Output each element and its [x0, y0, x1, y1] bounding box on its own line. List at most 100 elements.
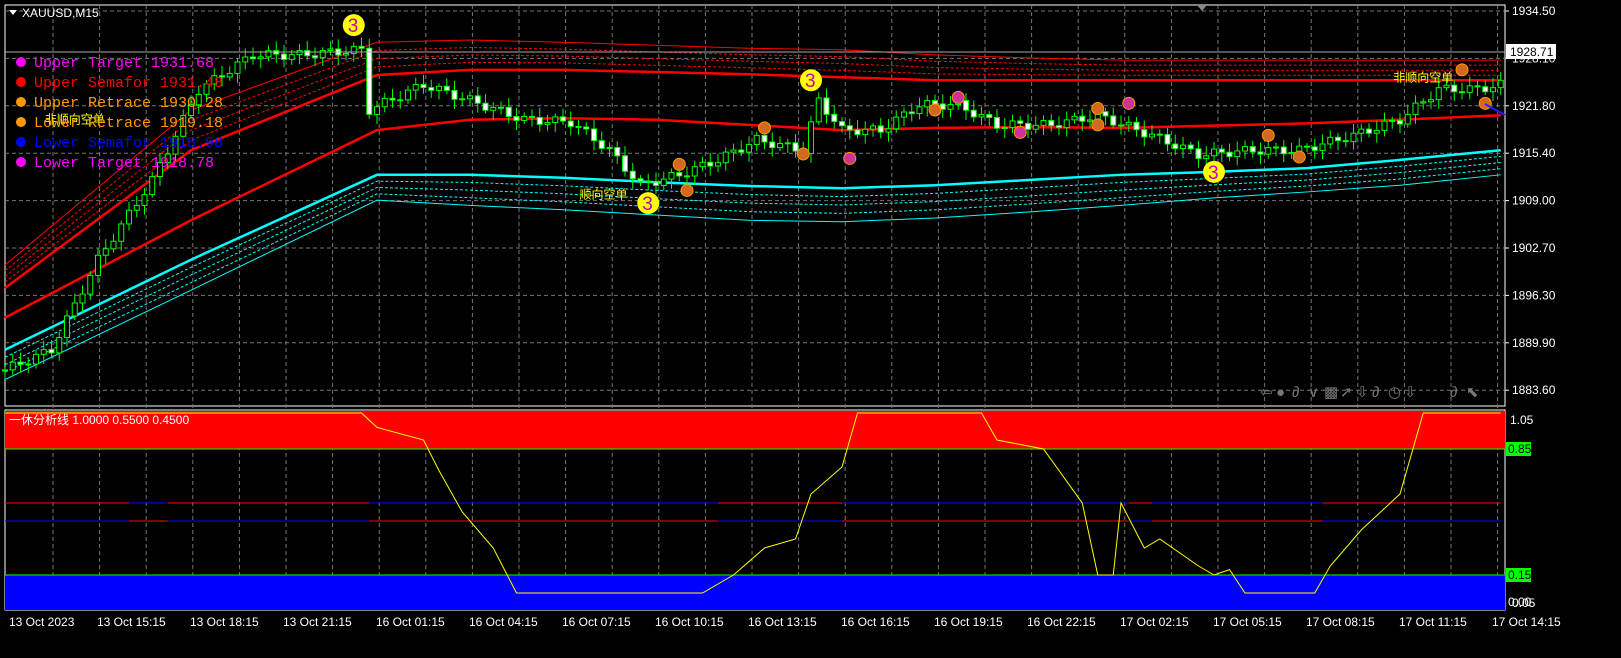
candle-body — [1288, 152, 1295, 155]
candle-body — [1350, 132, 1357, 143]
candle-body — [560, 116, 566, 122]
candle-body — [1087, 119, 1093, 122]
candle-body — [521, 115, 528, 121]
scroll-marker-icon[interactable] — [1197, 5, 1207, 11]
cursor-icon[interactable]: ⬉ — [1466, 384, 1479, 401]
candle-body — [257, 56, 264, 60]
chart-canvas[interactable]: 3333非顺向空单顺向空单非顺向空单 1934.501928.101921.80… — [0, 0, 1621, 658]
semafor-label: 3 — [1208, 163, 1219, 184]
candle-body — [133, 204, 140, 211]
candle-body — [1025, 122, 1031, 130]
candle-body — [33, 353, 39, 365]
candle-body — [1373, 129, 1380, 134]
candle-body — [769, 141, 776, 149]
candle-body — [381, 97, 388, 108]
candle-body — [1242, 146, 1248, 152]
candle-body — [1443, 84, 1450, 89]
candle-body — [684, 175, 690, 178]
candle-body — [281, 53, 287, 60]
candle-body — [1133, 121, 1140, 131]
osc-axis-top: 1.05 — [1510, 413, 1534, 427]
candle-body — [505, 106, 512, 117]
candle-body — [1490, 87, 1496, 93]
legend-item: Lower Semafor 1918.98 — [34, 135, 223, 152]
candle-body — [784, 142, 791, 145]
candle-body — [668, 171, 675, 180]
candle-body — [823, 97, 830, 115]
candle-body — [296, 50, 303, 56]
price-bands — [4, 39, 1501, 381]
candle-body — [1381, 120, 1388, 131]
candle-body — [1311, 146, 1318, 151]
candle-body — [808, 121, 814, 155]
clock-icon[interactable]: ◷ — [1388, 384, 1401, 401]
orange-semafor-marker — [1261, 128, 1275, 142]
current-price-label: 1928.71 — [1510, 45, 1554, 59]
candle-body — [1125, 121, 1132, 126]
candle-body — [405, 89, 411, 101]
candle-body — [653, 181, 659, 186]
candle-body — [234, 61, 241, 75]
loop2-icon[interactable]: ∂ — [1372, 384, 1379, 401]
arrow-down-icon[interactable]: ⇩ — [1356, 384, 1369, 401]
loop-icon[interactable]: ∂ — [1292, 384, 1299, 401]
arrow-down2-icon[interactable]: ⇩ — [1404, 384, 1417, 401]
orange-semafor-marker — [1091, 102, 1105, 116]
candle-body — [1180, 144, 1186, 150]
candle-body — [48, 349, 55, 354]
candle-body — [490, 106, 497, 111]
time-axis-label: 16 Oct 07:15 — [562, 615, 631, 629]
candle-body — [118, 223, 125, 242]
price-axis-label: 1934.50 — [1512, 4, 1556, 18]
candle-body — [1482, 86, 1489, 93]
magenta-semafor-marker — [843, 151, 857, 165]
price-axis-label: 1889.90 — [1512, 336, 1556, 350]
price-axis-label: 1883.60 — [1512, 383, 1556, 397]
candles — [2, 37, 1504, 380]
arrow-left-icon[interactable]: ⇦ — [1260, 384, 1273, 401]
magenta-semafor-marker — [1013, 125, 1027, 139]
candle-body — [862, 128, 869, 136]
check-icon[interactable]: ∨ — [1308, 384, 1319, 401]
candle-body — [978, 113, 985, 118]
legend-dot — [16, 77, 26, 87]
candle-body — [304, 50, 311, 57]
orange-semafor-marker — [758, 121, 771, 135]
candle-body — [1032, 124, 1039, 130]
candle-body — [1009, 120, 1016, 128]
time-axis-label: 17 Oct 05:15 — [1213, 615, 1282, 629]
candle-body — [924, 100, 931, 108]
candle-body — [56, 337, 63, 354]
candle-body — [932, 100, 938, 105]
candle-body — [1280, 146, 1287, 155]
signal-annotation: 顺向空单 — [580, 187, 628, 202]
candle-body — [87, 274, 94, 295]
osc-axis-lower: 0.15 — [1508, 568, 1532, 582]
candle-body — [358, 45, 365, 49]
circle-icon[interactable]: ● — [1276, 384, 1285, 401]
cyan-low-band — [4, 174, 1501, 381]
candle-body — [870, 125, 876, 130]
candle-body — [1366, 128, 1372, 134]
price-axis-label: 1902.70 — [1512, 241, 1556, 255]
candle-body — [846, 125, 853, 131]
grid-icon[interactable]: ▩ — [1324, 384, 1338, 401]
candle-body — [916, 106, 923, 115]
candle-body — [730, 149, 737, 153]
candle-body — [1249, 146, 1256, 153]
dropdown-triangle-icon[interactable] — [9, 10, 17, 15]
candle-body — [699, 161, 706, 168]
candle-body — [963, 99, 969, 111]
legend-dot — [16, 117, 26, 127]
candle-body — [420, 84, 427, 89]
candle-body — [1141, 129, 1148, 138]
arrow-upright-icon[interactable]: ➚ — [1340, 384, 1353, 401]
loop3-icon[interactable]: ∂ — [1450, 384, 1457, 401]
candle-body — [64, 315, 70, 339]
candle-body — [893, 116, 900, 130]
legend-item: Lower Retrace 1919.18 — [34, 115, 223, 132]
candle-body — [1358, 128, 1365, 134]
candle-body — [1040, 119, 1047, 126]
legend-item: Upper Target 1931.68 — [34, 55, 214, 72]
candle-body — [1110, 115, 1117, 126]
